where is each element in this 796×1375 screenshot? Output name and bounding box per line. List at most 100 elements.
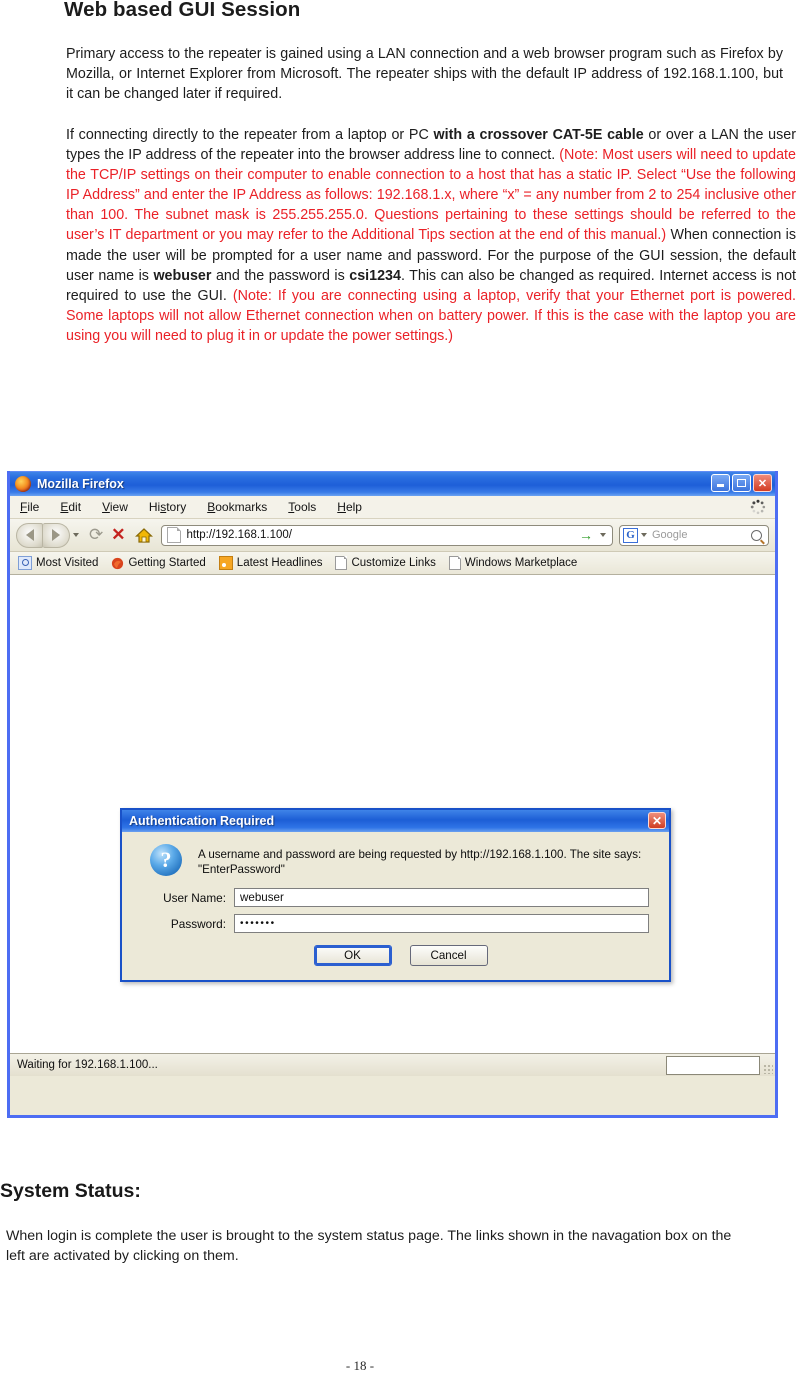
username-input[interactable]: webuser (234, 888, 649, 907)
bookmark-label: Getting Started (128, 557, 206, 569)
maximize-button[interactable] (732, 474, 751, 492)
bookmark-label: Most Visited (36, 557, 99, 569)
close-button[interactable]: ✕ (753, 474, 772, 492)
authentication-required-dialog: Authentication Required ✕ ? A username a… (120, 808, 671, 982)
page-icon (448, 556, 461, 570)
back-button[interactable] (16, 522, 43, 548)
auth-message: A username and password are being reques… (198, 842, 641, 877)
browser-status-bar: Waiting for 192.168.1.100... (10, 1054, 775, 1076)
auth-dialog-close-button[interactable]: ✕ (648, 812, 666, 829)
cancel-button[interactable]: Cancel (409, 945, 488, 966)
auth-message-row: ? A username and password are being requ… (134, 842, 657, 877)
firefox-icon (111, 557, 124, 570)
auth-message-line1: A username and password are being reques… (198, 848, 642, 861)
menu-history[interactable]: History (149, 500, 186, 514)
para2-part1: If connecting directly to the repeater f… (66, 127, 434, 143)
google-search-engine-icon[interactable]: G (623, 527, 638, 543)
bookmark-customize-links[interactable]: Customize Links (335, 556, 436, 570)
menu-help-accel: H (337, 500, 346, 514)
bookmark-latest-headlines[interactable]: Latest Headlines (218, 556, 323, 570)
minimize-button[interactable] (711, 474, 730, 492)
bookmarks-toolbar: Most Visited Getting Started Latest Head… (10, 552, 775, 575)
menu-tools-post: ools (294, 500, 317, 514)
address-dropdown-icon[interactable] (600, 533, 606, 537)
menu-help-post: elp (345, 500, 362, 514)
minimize-icon (717, 484, 724, 487)
bookmark-label: Latest Headlines (236, 557, 323, 569)
resize-grip-icon[interactable] (763, 1064, 773, 1074)
search-icon[interactable] (751, 529, 762, 541)
stop-button[interactable]: ✕ (111, 525, 125, 545)
page-icon (335, 556, 348, 570)
menu-bookmarks-post: ookmarks (215, 500, 268, 514)
back-arrow-icon (25, 529, 34, 541)
address-bar-value: http://192.168.1.100/ (186, 529, 293, 541)
auth-dialog-title-bar: Authentication Required ✕ (122, 810, 669, 832)
bookmark-windows-marketplace[interactable]: Windows Marketplace (448, 556, 578, 570)
menu-view-accel: V (102, 500, 110, 514)
auth-dialog-title: Authentication Required (129, 814, 275, 828)
search-bar[interactable]: G Google (619, 524, 769, 546)
menu-history-pre: Hi (148, 500, 161, 514)
para2-bold-username: webuser (153, 267, 212, 284)
bookmark-label: Windows Marketplace (464, 557, 578, 569)
bookmark-getting-started[interactable]: Getting Started (111, 557, 206, 570)
firefox-browser-window: Mozilla Firefox ✕ File Edit View History… (7, 471, 778, 1118)
ok-button[interactable]: OK (313, 945, 392, 966)
menu-edit-post: dit (68, 500, 82, 514)
username-label: User Name: (163, 890, 226, 905)
firefox-logo-icon (15, 476, 31, 492)
connection-paragraph: If connecting directly to the repeater f… (66, 125, 796, 346)
username-row: User Name: webuser (134, 888, 657, 907)
system-status-heading: System Status: (0, 1180, 141, 1202)
page-title: Web based GUI Session (64, 0, 301, 21)
status-progress-box (666, 1056, 760, 1075)
loading-throbber-icon (750, 499, 766, 515)
menu-view-post: iew (109, 500, 128, 514)
page-favicon-icon (166, 527, 181, 543)
browser-title-bar: Mozilla Firefox ✕ (10, 471, 775, 496)
password-label: Password: (170, 916, 226, 931)
navigation-buttons (16, 522, 79, 548)
menu-tools[interactable]: Tools (288, 500, 316, 514)
menu-file[interactable]: File (20, 500, 39, 514)
maximize-icon (737, 479, 746, 487)
menu-help[interactable]: Help (337, 500, 362, 514)
auth-message-line2: "EnterPassword" (198, 863, 285, 876)
window-controls: ✕ (711, 474, 772, 492)
reload-button[interactable]: ⟳ (89, 525, 103, 545)
question-mark-icon: ? (150, 844, 182, 876)
browser-navigation-toolbar: ⟳ ✕ http://192.168.1.100/ → G Google (10, 519, 775, 552)
bookmark-most-visited[interactable]: Most Visited (18, 556, 98, 570)
browser-window-title: Mozilla Firefox (37, 477, 124, 491)
go-button[interactable]: → (579, 527, 593, 543)
intro-paragraph: Primary access to the repeater is gained… (66, 46, 783, 103)
menu-history-post: tory (166, 500, 187, 514)
auth-dialog-body: ? A username and password are being requ… (122, 832, 669, 980)
para2-part4: and the password is (211, 267, 350, 284)
menu-edit[interactable]: Edit (60, 500, 81, 514)
para2-bold-password: csi1234 (349, 267, 401, 284)
rss-feed-icon (218, 556, 233, 570)
auth-dialog-buttons: OK Cancel (134, 945, 657, 966)
para2-bold-crossover: with a crossover CAT-5E cable (433, 127, 644, 143)
history-dropdown-icon[interactable] (73, 533, 79, 537)
forward-arrow-icon (52, 529, 60, 541)
password-input[interactable]: ••••••• (234, 914, 649, 933)
page-footer-number: - 18 - (345, 1358, 375, 1373)
search-engine-dropdown-icon[interactable] (641, 533, 647, 537)
system-status-paragraph: When login is complete the user is broug… (6, 1228, 732, 1264)
home-button[interactable] (134, 527, 153, 544)
menu-bookmarks[interactable]: Bookmarks (207, 500, 267, 514)
blue-globe-icon (18, 556, 32, 570)
menu-view[interactable]: View (102, 500, 128, 514)
browser-menu-bar: File Edit View History Bookmarks Tools H… (10, 496, 775, 519)
address-bar[interactable]: http://192.168.1.100/ → (160, 524, 613, 546)
bookmark-label: Customize Links (351, 557, 436, 569)
status-message: Waiting for 192.168.1.100... (17, 1059, 158, 1071)
forward-button[interactable] (43, 522, 70, 548)
menu-file-post: ile (27, 500, 40, 514)
browser-content-area: Authentication Required ✕ ? A username a… (10, 575, 775, 1054)
search-input[interactable]: Google (652, 529, 751, 541)
password-row: Password: ••••••• (134, 914, 657, 933)
